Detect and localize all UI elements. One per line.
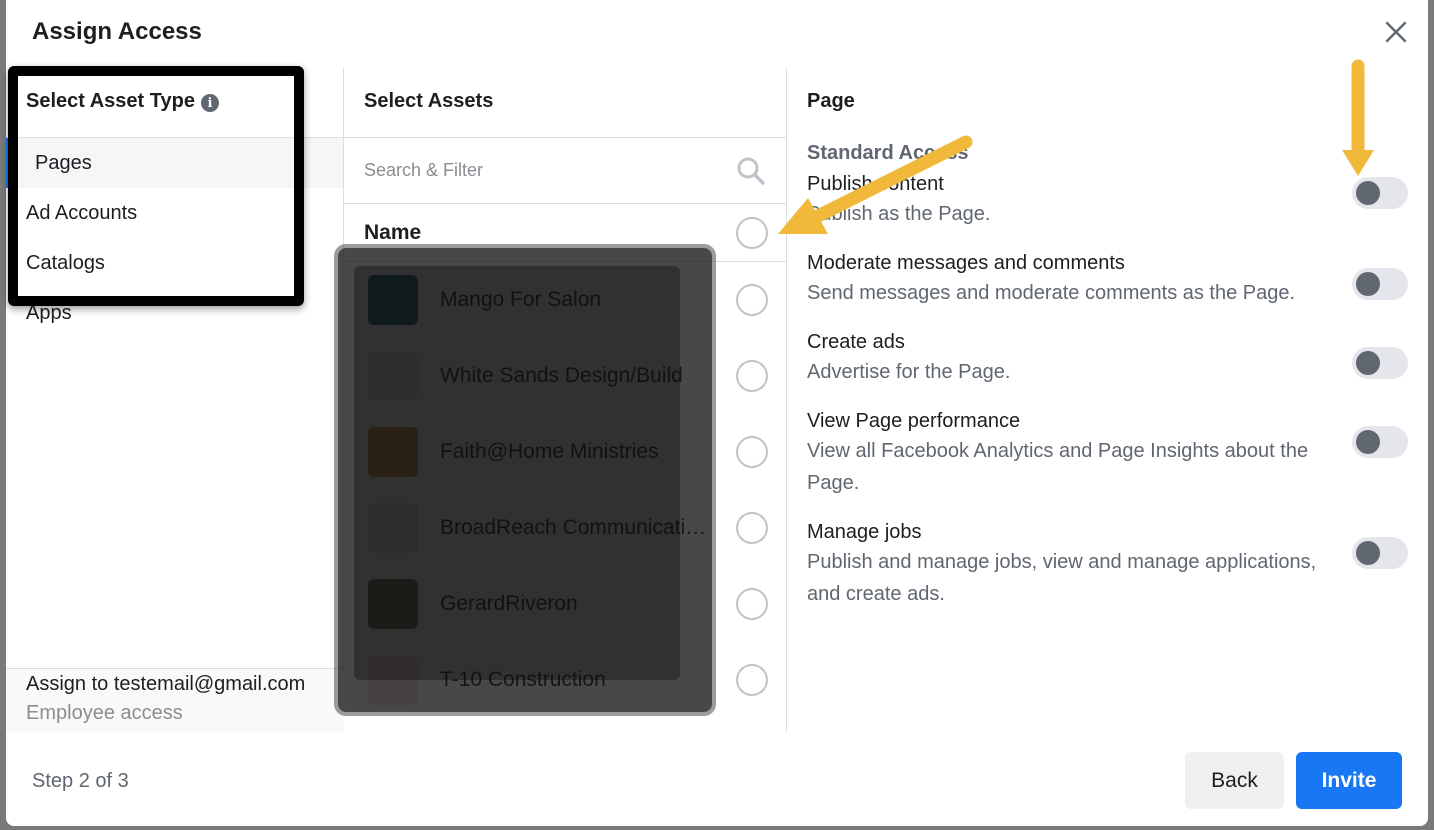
- permission-toggle[interactable]: [1352, 177, 1408, 209]
- permission-description: Publish and manage jobs, view and manage…: [807, 551, 1317, 605]
- asset-select-radio[interactable]: [736, 512, 768, 544]
- asset-row[interactable]: Mango For Salon: [344, 262, 786, 338]
- asset-row[interactable]: GerardRiveron: [344, 566, 786, 642]
- asset-type-catalogs[interactable]: Catalogs: [6, 238, 343, 288]
- permission-item: View Page performance View all Facebook A…: [787, 410, 1428, 499]
- asset-name: GerardRiveron: [440, 592, 578, 615]
- asset-type-pages[interactable]: Pages: [6, 138, 343, 188]
- close-icon[interactable]: [1382, 18, 1410, 46]
- asset-name: Mango For Salon: [440, 288, 602, 311]
- asset-select-radio[interactable]: [736, 588, 768, 620]
- asset-row[interactable]: BroadReach Communications: [344, 490, 786, 566]
- select-assets-header: Select Assets: [344, 68, 786, 138]
- permission-title: Manage jobs: [807, 521, 922, 543]
- assign-to-email: Assign to testemail@gmail.com: [26, 673, 306, 695]
- permission-text: Manage jobs Publish and manage jobs, view…: [807, 521, 1337, 610]
- search-icon[interactable]: [736, 156, 766, 186]
- asset-thumbnail: [368, 579, 418, 629]
- asset-type-label: Ad Accounts: [26, 201, 138, 224]
- asset-select-radio[interactable]: [736, 284, 768, 316]
- permission-toggle[interactable]: [1352, 537, 1408, 569]
- permission-title: View Page performance: [807, 410, 1021, 432]
- permission-title: Moderate messages and comments: [807, 252, 1125, 274]
- asset-name: Faith@Home Ministries: [440, 440, 659, 463]
- asset-list: Mango For Salon White Sands Design/Build F…: [344, 262, 786, 718]
- permission-title: Create ads: [807, 331, 905, 353]
- asset-thumbnail: [368, 655, 418, 705]
- asset-type-label: Pages: [35, 151, 92, 174]
- asset-thumbnail: [368, 503, 418, 553]
- select-all-radio[interactable]: [736, 216, 768, 249]
- permission-description: Publish as the Page.: [807, 203, 991, 225]
- permission-toggle[interactable]: [1352, 426, 1408, 458]
- permission-item: Moderate messages and comments Send messa…: [787, 252, 1428, 309]
- asset-type-ad-accounts[interactable]: Ad Accounts: [6, 188, 343, 238]
- permission-toggle[interactable]: [1352, 347, 1408, 379]
- permission-text: View Page performance View all Facebook A…: [807, 410, 1337, 499]
- asset-info: T-10 Construction: [368, 655, 606, 705]
- asset-thumbnail: [368, 427, 418, 477]
- permission-text: Publish content Publish as the Page.: [807, 173, 990, 230]
- asset-name: White Sands Design/Build: [440, 364, 683, 387]
- permissions-header: Page: [807, 90, 855, 112]
- asset-row[interactable]: White Sands Design/Build: [344, 338, 786, 414]
- permission-item: Manage jobs Publish and manage jobs, view…: [787, 521, 1428, 610]
- asset-thumbnail: [368, 275, 418, 325]
- asset-type-apps[interactable]: Apps: [6, 288, 343, 338]
- asset-thumbnail: [368, 351, 418, 401]
- asset-name: BroadReach Communications: [440, 516, 712, 539]
- asset-info: Mango For Salon: [368, 275, 601, 325]
- asset-select-radio[interactable]: [736, 664, 768, 696]
- permission-item: Publish content Publish as the Page.: [787, 173, 1428, 230]
- step-indicator: Step 2 of 3: [32, 770, 129, 792]
- info-icon[interactable]: i: [200, 94, 219, 112]
- permission-text: Moderate messages and comments Send messa…: [807, 252, 1295, 309]
- search-bar: [344, 138, 786, 204]
- standard-access-label: Standard Access: [807, 142, 969, 164]
- asset-type-title: Select Asset Type: [26, 90, 195, 112]
- dialog-title: Assign Access: [32, 18, 202, 45]
- permission-toggle[interactable]: [1352, 268, 1408, 300]
- asset-type-label: Apps: [26, 301, 72, 324]
- asset-info: White Sands Design/Build: [368, 351, 683, 401]
- asset-info: Faith@Home Ministries: [368, 427, 659, 477]
- permissions-column: Page Standard Access Publish content Publ…: [787, 68, 1428, 732]
- assign-access-dialog: Assign Access Select Asset Type i Pages …: [6, 0, 1428, 826]
- permission-list: Publish content Publish as the Page. Moder…: [787, 173, 1428, 610]
- permission-description: Advertise for the Page.: [807, 361, 1011, 383]
- name-column-header: Name: [344, 204, 786, 262]
- asset-row[interactable]: T-10 Construction: [344, 642, 786, 718]
- permission-item: Create ads Advertise for the Page.: [787, 331, 1428, 388]
- invite-button[interactable]: Invite: [1296, 752, 1402, 809]
- asset-type-column: Select Asset Type i Pages Ad Accounts Ca…: [6, 68, 344, 732]
- assign-role: Employee access: [26, 702, 183, 724]
- asset-info: GerardRiveron: [368, 579, 578, 629]
- permission-description: Send messages and moderate comments as t…: [807, 282, 1296, 304]
- search-input[interactable]: [364, 160, 704, 181]
- name-column-label: Name: [364, 220, 422, 244]
- assign-summary: Assign to testemail@gmail.com Employee a…: [6, 668, 344, 732]
- asset-select-radio[interactable]: [736, 360, 768, 392]
- asset-type-header: Select Asset Type i: [6, 68, 343, 138]
- permission-text: Create ads Advertise for the Page.: [807, 331, 1010, 388]
- permission-description: View all Facebook Analytics and Page Ins…: [807, 440, 1309, 494]
- dialog-footer: Step 2 of 3 Back Invite: [6, 732, 1428, 826]
- permission-title: Publish content: [807, 173, 944, 195]
- asset-name: T-10 Construction: [440, 668, 606, 691]
- asset-info: BroadReach Communications: [368, 503, 712, 553]
- select-assets-column: Select Assets Name Mango For Salon White …: [344, 68, 787, 732]
- asset-row[interactable]: Faith@Home Ministries: [344, 414, 786, 490]
- asset-select-radio[interactable]: [736, 436, 768, 468]
- back-button[interactable]: Back: [1185, 752, 1284, 809]
- asset-type-label: Catalogs: [26, 251, 105, 274]
